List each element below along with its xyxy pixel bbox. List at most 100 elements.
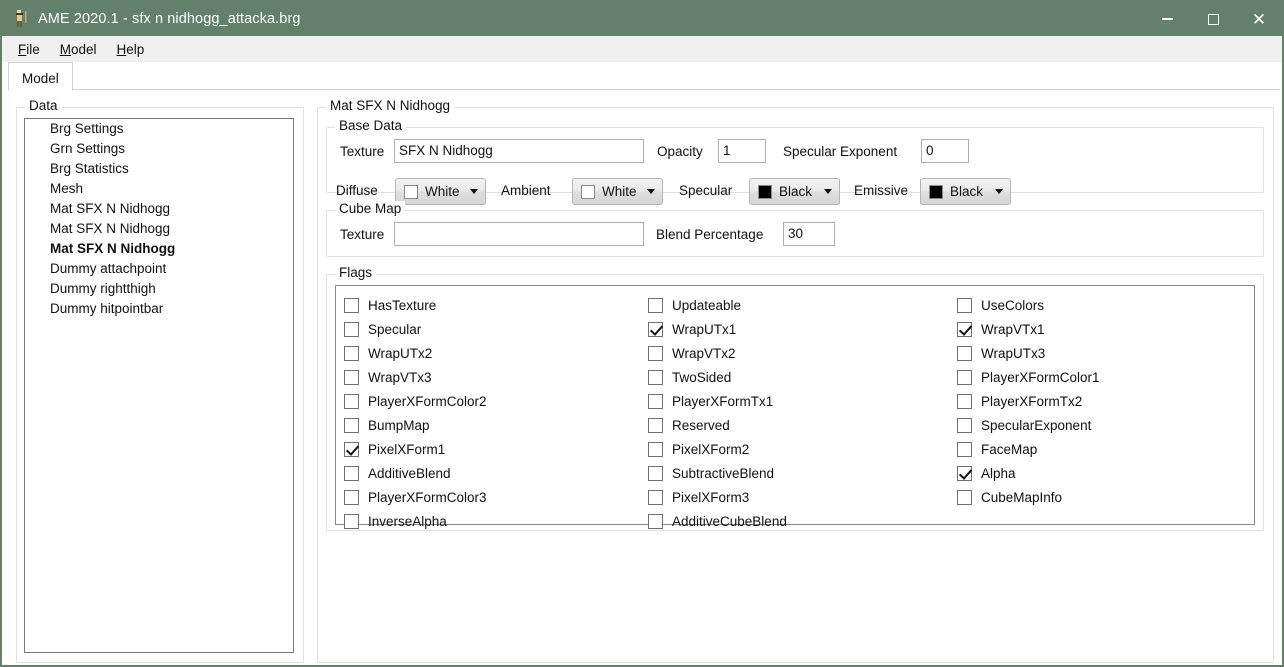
checkbox-icon[interactable] (957, 489, 972, 505)
flag-row[interactable]: PixelXForm2 (648, 437, 787, 461)
checkbox-icon[interactable] (344, 297, 359, 313)
blend-percentage-input[interactable]: 30 (783, 222, 835, 246)
texture-input[interactable]: SFX N Nidhogg (394, 139, 644, 163)
tab-model-label: Model (22, 71, 59, 86)
menu-item-file[interactable]: File (9, 39, 51, 60)
emissive-label: Emissive (854, 183, 909, 198)
checkbox-icon[interactable] (957, 393, 972, 409)
close-button[interactable]: ✕ (1236, 2, 1282, 36)
emissive-color-swatch (929, 184, 943, 199)
flag-row[interactable]: Specular (344, 317, 487, 341)
checkbox-icon[interactable] (648, 513, 663, 529)
flag-label: Reserved (672, 417, 730, 433)
checkbox-icon[interactable] (648, 393, 663, 409)
flags-panel: HasTexture Specular WrapUTx2 WrapVTx3 Player… (335, 285, 1255, 529)
checkbox-icon[interactable] (648, 369, 663, 385)
checkbox-icon[interactable] (344, 489, 359, 505)
flag-row[interactable]: PlayerXFormColor1 (957, 365, 1100, 389)
flag-row[interactable]: WrapUTx2 (344, 341, 487, 365)
checkbox-checked-icon[interactable] (344, 441, 359, 457)
checkbox-icon[interactable] (957, 441, 972, 457)
checkbox-checked-icon[interactable] (957, 465, 972, 481)
flag-label: WrapVTx1 (981, 321, 1045, 337)
flag-row[interactable]: PixelXForm3 (648, 485, 787, 509)
flag-row[interactable]: WrapVTx2 (648, 341, 787, 365)
checkbox-icon[interactable] (648, 441, 663, 457)
flag-row[interactable]: SpecularExponent (957, 413, 1100, 437)
list-item[interactable]: Mat SFX N Nidhogg (25, 239, 293, 259)
checkbox-icon[interactable] (957, 369, 972, 385)
flag-row[interactable]: PixelXForm1 (344, 437, 487, 461)
flag-row[interactable]: UseColors (957, 293, 1100, 317)
checkbox-icon[interactable] (344, 513, 359, 529)
list-item[interactable]: Brg Statistics (25, 159, 293, 179)
menu-item-help[interactable]: Help (108, 39, 156, 60)
checkbox-icon[interactable] (648, 297, 663, 313)
checkbox-icon[interactable] (957, 417, 972, 433)
flag-label: WrapUTx2 (368, 345, 433, 361)
list-item[interactable]: Dummy rightthigh (25, 279, 293, 299)
checkbox-icon[interactable] (344, 345, 359, 361)
list-item[interactable]: Mesh (25, 179, 293, 199)
chevron-down-icon (824, 189, 832, 194)
flag-row[interactable]: WrapUTx1 (648, 317, 787, 341)
minimize-button[interactable] (1144, 2, 1190, 36)
flag-label: UseColors (981, 297, 1045, 313)
checkbox-checked-icon[interactable] (957, 321, 972, 337)
cube-texture-input[interactable] (394, 222, 644, 246)
checkbox-icon[interactable] (344, 465, 359, 481)
flag-row[interactable]: FaceMap (957, 437, 1100, 461)
flag-row[interactable]: PlayerXFormColor3 (344, 485, 487, 509)
checkbox-icon[interactable] (648, 345, 663, 361)
checkbox-icon[interactable] (957, 345, 972, 361)
flag-row[interactable]: AdditiveCubeBlend (648, 509, 787, 533)
list-item[interactable]: Brg Settings (25, 119, 293, 139)
flag-row[interactable]: TwoSided (648, 365, 787, 389)
list-item[interactable]: Dummy hitpointbar (25, 299, 293, 319)
checkbox-icon[interactable] (344, 369, 359, 385)
flag-row[interactable]: InverseAlpha (344, 509, 487, 533)
flag-row[interactable]: PlayerXFormColor2 (344, 389, 487, 413)
menu-item-file-label: ile (26, 41, 40, 57)
menu-item-model[interactable]: Model (51, 39, 108, 60)
tab-model[interactable]: Model (8, 62, 73, 91)
checkbox-icon[interactable] (344, 393, 359, 409)
diffuse-color-value: White (425, 184, 460, 199)
flag-row[interactable]: Updateable (648, 293, 787, 317)
flag-label: CubeMapInfo (981, 489, 1063, 505)
flag-label: PlayerXFormColor1 (981, 369, 1100, 385)
flags-group: Flags HasTexture Specular WrapUTx2 WrapVTx3… (326, 265, 1264, 531)
flag-label: Specular (368, 321, 422, 337)
checkbox-icon[interactable] (648, 489, 663, 505)
specular-exponent-input[interactable]: 0 (921, 139, 969, 163)
checkbox-icon[interactable] (648, 417, 663, 433)
app-window: AME 2020.1 - sfx n nidhogg_attacka.brg ✕… (0, 0, 1284, 667)
flag-row[interactable]: CubeMapInfo (957, 485, 1100, 509)
flag-row[interactable]: PlayerXFormTx2 (957, 389, 1100, 413)
flag-row[interactable]: Reserved (648, 413, 787, 437)
checkbox-icon[interactable] (344, 321, 359, 337)
maximize-button[interactable] (1190, 2, 1236, 36)
flag-row[interactable]: WrapUTx3 (957, 341, 1100, 365)
flag-row[interactable]: Alpha (957, 461, 1100, 485)
flag-row[interactable]: BumpMap (344, 413, 487, 437)
checkbox-icon[interactable] (957, 297, 972, 313)
checkbox-icon[interactable] (344, 417, 359, 433)
flag-row[interactable]: WrapVTx1 (957, 317, 1100, 341)
list-item[interactable]: Mat SFX N Nidhogg (25, 219, 293, 239)
diffuse-label: Diffuse (336, 183, 378, 198)
flag-row[interactable]: WrapVTx3 (344, 365, 487, 389)
data-listbox[interactable]: Brg Settings Grn Settings Brg Statistics Me… (24, 118, 294, 653)
flag-row[interactable]: PlayerXFormTx1 (648, 389, 787, 413)
checkbox-icon[interactable] (648, 465, 663, 481)
list-item[interactable]: Dummy attachpoint (25, 259, 293, 279)
material-group: Mat SFX N Nidhogg Base Data Texture SFX … (317, 98, 1274, 663)
flag-row[interactable]: HasTexture (344, 293, 487, 317)
list-item[interactable]: Mat SFX N Nidhogg (25, 199, 293, 219)
flag-row[interactable]: AdditiveBlend (344, 461, 487, 485)
list-item[interactable]: Grn Settings (25, 139, 293, 159)
flag-row[interactable]: SubtractiveBlend (648, 461, 787, 485)
checkbox-checked-icon[interactable] (648, 321, 663, 337)
app-character-icon (9, 8, 31, 30)
opacity-input[interactable]: 1 (718, 139, 766, 163)
